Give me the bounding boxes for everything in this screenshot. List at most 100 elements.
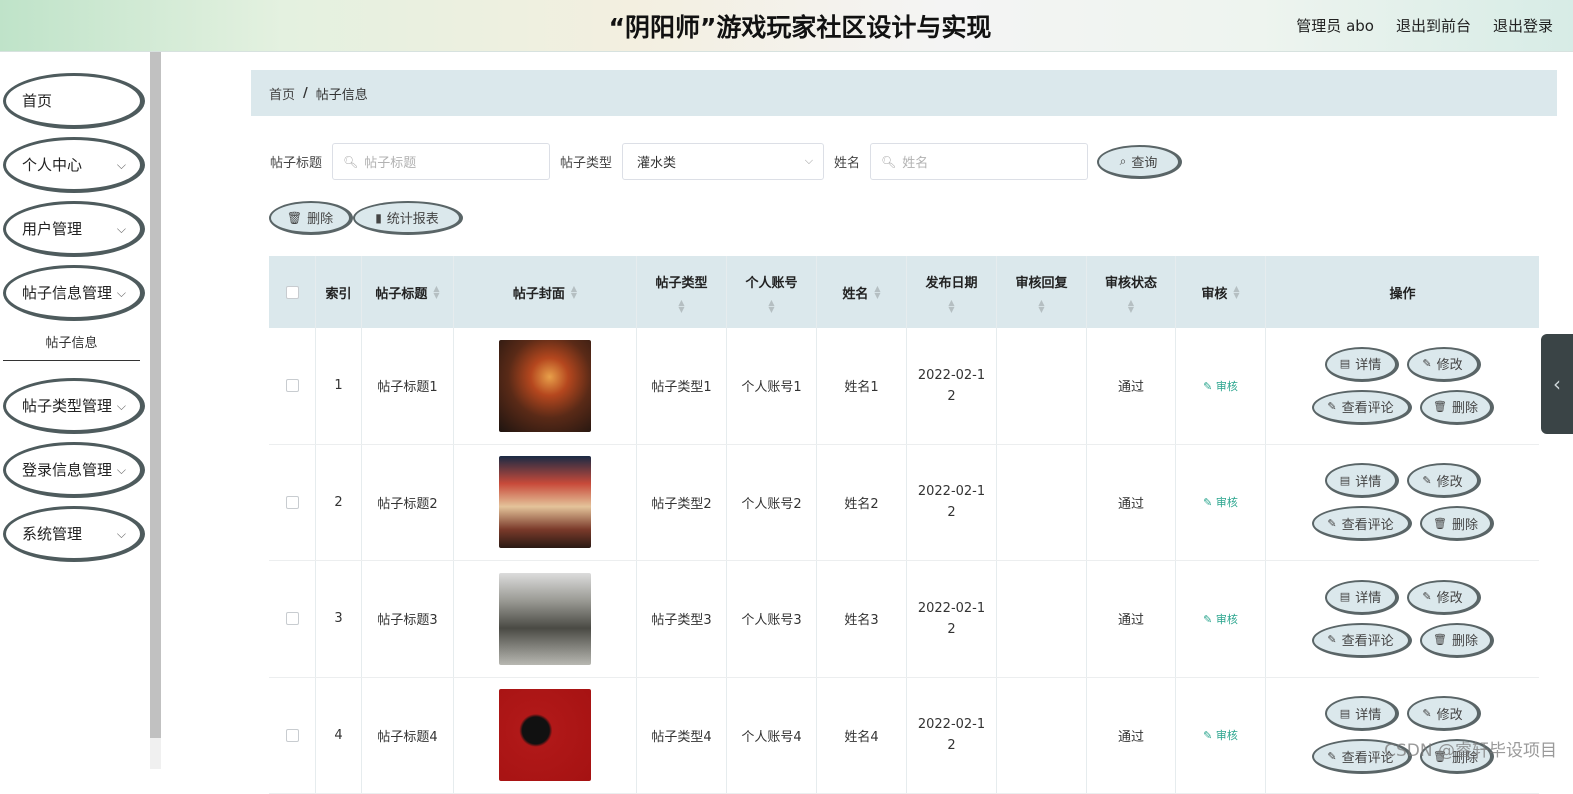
view-comments-button[interactable]: ✎查看评论 [1312, 506, 1412, 541]
breadcrumb-home[interactable]: 首页 [269, 84, 295, 103]
stats-report-button[interactable]: ▮ 统计报表 [353, 201, 463, 235]
header-title[interactable]: 帖子标题▲▼ [362, 256, 454, 328]
header-audit[interactable]: 审核 ▲▼ [1176, 256, 1266, 328]
view-comments-label: 查看评论 [1342, 397, 1394, 416]
audit-label: 审核 [1216, 496, 1238, 509]
detail-button[interactable]: ▤详情 [1325, 347, 1399, 382]
title-search-input[interactable]: 🔍︎ 帖子标题 [332, 143, 550, 180]
side-panel-toggle[interactable]: ‹ [1541, 334, 1573, 434]
sort-icon[interactable]: ▲▼ [1128, 299, 1134, 313]
bulk-delete-button[interactable]: 🗑︎ 删除 [269, 201, 353, 235]
trash-icon: 🗑︎ [287, 211, 302, 225]
audit-cell: ✎ 审核 [1176, 328, 1266, 444]
row-select-cell[interactable] [269, 678, 316, 794]
sidebar-item-label: 用户管理 [22, 218, 82, 239]
cover-image[interactable] [499, 456, 591, 548]
header-status[interactable]: 审核状态▲▼ [1087, 256, 1176, 328]
sort-icon[interactable]: ▲▼ [571, 285, 577, 299]
audit-link[interactable]: ✎ 审核 [1203, 611, 1238, 627]
cover-cell [454, 328, 637, 444]
sort-icon[interactable]: ▲▼ [433, 285, 439, 299]
sort-icon[interactable]: ▲▼ [768, 299, 774, 313]
cover-image[interactable] [499, 340, 591, 432]
detail-button[interactable]: ▤详情 [1325, 696, 1399, 731]
view-comments-button[interactable]: ✎查看评论 [1312, 623, 1412, 658]
row-select-cell[interactable] [269, 561, 316, 677]
delete-button[interactable]: 🗑︎删除 [1420, 390, 1494, 425]
sidebar-item-home[interactable]: 首页 [3, 73, 145, 129]
row-checkbox[interactable] [286, 612, 299, 625]
header-name[interactable]: 姓名▲▼ [817, 256, 907, 328]
sidebar-subitem-post-info[interactable]: 帖子信息 [3, 323, 140, 361]
view-comments-label: 查看评论 [1342, 630, 1394, 649]
query-button-label: 查询 [1131, 152, 1157, 171]
sort-icon[interactable]: ▲▼ [874, 285, 880, 299]
stats-report-label: 统计报表 [387, 208, 439, 227]
ops-cell: ▤详情 ✎修改 ✎查看评论 🗑︎删除 [1266, 561, 1539, 677]
header-date[interactable]: 发布日期▲▼ [907, 256, 997, 328]
logout-link[interactable]: 退出登录 [1493, 15, 1553, 36]
row-checkbox[interactable] [286, 496, 299, 509]
view-comments-button[interactable]: ✎查看评论 [1312, 390, 1412, 425]
row-checkbox[interactable] [286, 379, 299, 392]
delete-button[interactable]: 🗑︎删除 [1420, 506, 1494, 541]
search-icon: 🔍︎ [343, 155, 358, 169]
sort-icon[interactable]: ▲▼ [948, 299, 954, 313]
type-field-label: 帖子类型 [560, 152, 612, 171]
chevron-down-icon: ⌵ [117, 158, 126, 173]
post-type-select[interactable]: 灌水类 ⌵ [622, 143, 824, 180]
back-to-front-link[interactable]: 退出到前台 [1396, 15, 1471, 36]
header-account[interactable]: 个人账号▲▼ [727, 256, 817, 328]
sidebar-item-user-management[interactable]: 用户管理 ⌵ [3, 201, 145, 257]
date-text: 2022-02-1 [918, 598, 985, 619]
sidebar-item-label: 系统管理 [22, 523, 82, 544]
edit-icon: ✎ [1422, 707, 1431, 720]
header-type[interactable]: 帖子类型▲▼ [637, 256, 727, 328]
detail-button[interactable]: ▤详情 [1325, 580, 1399, 615]
detail-button[interactable]: ▤详情 [1325, 463, 1399, 498]
query-button[interactable]: ⌕ 查询 [1097, 145, 1182, 179]
edit-label: 修改 [1437, 587, 1463, 606]
edit-button[interactable]: ✎修改 [1407, 347, 1481, 382]
edit-button[interactable]: ✎修改 [1407, 696, 1481, 731]
name-search-input[interactable]: 🔍︎ 姓名 [870, 143, 1088, 180]
cover-image[interactable] [499, 573, 591, 665]
header-label: 审核 [1201, 283, 1227, 302]
date-text-wrap: 2 [947, 619, 955, 640]
detail-label: 详情 [1355, 704, 1381, 723]
sort-icon[interactable]: ▲▼ [1233, 285, 1239, 299]
audit-link[interactable]: ✎ 审核 [1203, 378, 1238, 394]
row-select-cell[interactable] [269, 328, 316, 444]
reply-cell [997, 328, 1087, 444]
sidebar-scrollbar[interactable] [150, 52, 161, 769]
breadcrumb: 首页 / 帖子信息 [251, 70, 1557, 116]
header-select-all[interactable] [269, 256, 316, 328]
edit-button[interactable]: ✎修改 [1407, 463, 1481, 498]
edit-icon: ✎ [1327, 517, 1336, 530]
sort-icon[interactable]: ▲▼ [1038, 299, 1044, 313]
sidebar-item-login-info-management[interactable]: 登录信息管理 ⌵ [3, 442, 145, 498]
scrollbar-thumb[interactable] [150, 52, 161, 738]
cover-image[interactable] [499, 689, 591, 781]
sidebar-item-label: 帖子类型管理 [22, 395, 112, 416]
sort-icon[interactable]: ▲▼ [678, 299, 684, 313]
bar-chart-icon: ▮ [375, 211, 382, 225]
row-select-cell[interactable] [269, 445, 316, 561]
sidebar-item-post-management[interactable]: 帖子信息管理 ⌵ [3, 265, 145, 321]
edit-button[interactable]: ✎修改 [1407, 580, 1481, 615]
audit-link[interactable]: ✎ 审核 [1203, 494, 1238, 510]
header-cover[interactable]: 帖子封面▲▼ [454, 256, 637, 328]
sidebar-item-post-type-management[interactable]: 帖子类型管理 ⌵ [3, 378, 145, 434]
sidebar-item-system-management[interactable]: 系统管理 ⌵ [3, 506, 145, 562]
select-all-checkbox[interactable] [286, 286, 299, 299]
ops-cell: ▤详情 ✎修改 ✎查看评论 🗑︎删除 [1266, 328, 1539, 444]
reply-cell [997, 445, 1087, 561]
name-cell: 姓名3 [817, 561, 907, 677]
header-reply[interactable]: 审核回复▲▼ [997, 256, 1087, 328]
sidebar-item-label: 个人中心 [22, 154, 82, 175]
name-cell: 姓名4 [817, 678, 907, 794]
sidebar-item-personal-center[interactable]: 个人中心 ⌵ [3, 137, 145, 193]
delete-button[interactable]: 🗑︎删除 [1420, 623, 1494, 658]
row-checkbox[interactable] [286, 729, 299, 742]
audit-link[interactable]: ✎ 审核 [1203, 727, 1238, 743]
